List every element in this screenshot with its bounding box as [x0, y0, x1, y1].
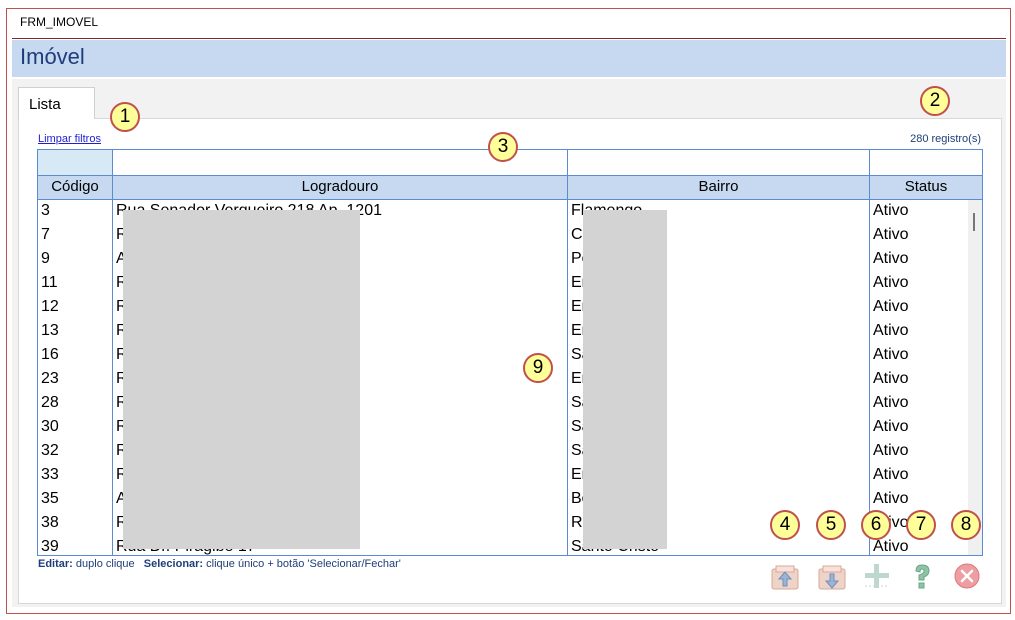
close-button[interactable] [951, 560, 983, 592]
help-select-label: Selecionar: [143, 558, 204, 570]
form-name: FRM_IMOVEL [20, 15, 99, 29]
cell-codigo: 35 [41, 490, 59, 507]
column-header-codigo[interactable]: Código [38, 176, 113, 199]
column-header-row: Código Logradouro Bairro Status [38, 176, 982, 200]
cell-status: Ativo [873, 322, 909, 339]
cell-status: Ativo [873, 490, 909, 507]
record-count: 280 registro(s) [910, 133, 981, 145]
cell-codigo: 13 [41, 322, 59, 339]
page-title: Imóvel [20, 44, 85, 69]
cell-codigo: 28 [41, 394, 59, 411]
cell-codigo: 11 [41, 274, 58, 291]
move-up-icon [771, 565, 799, 590]
cell-codigo: 33 [41, 466, 59, 483]
scrollbar-thumb[interactable] [973, 213, 975, 231]
move-down-button[interactable] [816, 560, 848, 592]
move-up-button[interactable] [769, 560, 801, 592]
cell-codigo: 38 [41, 514, 59, 531]
filter-status[interactable] [870, 150, 982, 176]
filter-bairro[interactable] [568, 150, 870, 176]
cell-codigo: 32 [41, 442, 59, 459]
help-select-text: clique único + botão 'Selecionar/Fechar' [206, 558, 401, 570]
cell-status: Ativo [873, 298, 909, 315]
cell-codigo: 12 [41, 298, 59, 315]
help-text: Editar: duplo clique Selecionar: clique … [38, 558, 401, 570]
cell-status: Ativo [873, 442, 909, 459]
cell-status: Ativo [873, 274, 909, 291]
close-icon [954, 563, 980, 589]
add-button[interactable] [861, 560, 893, 592]
cell-codigo: 3 [41, 202, 50, 219]
cell-status: Ativo [873, 226, 909, 243]
cell-codigo: 30 [41, 418, 59, 435]
help-button[interactable] [906, 560, 938, 592]
tab-lista[interactable]: Lista [18, 87, 95, 119]
cell-status: Ativo [873, 370, 909, 387]
header-band [12, 40, 1006, 77]
cell-codigo: 7 [41, 226, 50, 243]
callout-4: 4 [770, 510, 800, 540]
clear-filters-link[interactable]: Limpar filtros [38, 133, 101, 145]
vertical-scrollbar[interactable] [968, 200, 982, 555]
column-header-logradouro[interactable]: Logradouro [113, 176, 568, 199]
cell-status: Ativo [873, 418, 909, 435]
callout-3: 3 [488, 132, 518, 162]
callout-6: 6 [861, 510, 891, 540]
add-icon [865, 564, 889, 588]
callout-2: 2 [920, 86, 950, 116]
callout-1: 1 [110, 102, 140, 132]
redaction-block [123, 210, 360, 549]
filter-codigo[interactable] [38, 150, 113, 176]
cell-codigo: 9 [41, 250, 50, 267]
cell-codigo: 23 [41, 370, 59, 387]
cell-codigo: 39 [41, 538, 59, 555]
cell-status: Ativo [873, 466, 909, 483]
title-divider [12, 38, 1006, 39]
move-down-icon [818, 565, 846, 590]
cell-status: Ativo [873, 394, 909, 411]
help-edit-label: Editar: [38, 558, 73, 570]
cell-status: Ativo [873, 202, 909, 219]
redaction-block [583, 210, 667, 549]
column-header-bairro[interactable]: Bairro [568, 176, 870, 199]
cell-status: Ativo [873, 346, 909, 363]
callout-7: 7 [906, 510, 936, 540]
help-icon [915, 564, 930, 589]
callout-8: 8 [951, 510, 981, 540]
help-edit-text: duplo clique [75, 558, 135, 570]
callout-5: 5 [816, 510, 846, 540]
callout-9: 9 [523, 353, 553, 383]
column-header-status[interactable]: Status [870, 176, 982, 199]
cell-codigo: 16 [41, 346, 59, 363]
cell-status: Ativo [873, 250, 909, 267]
